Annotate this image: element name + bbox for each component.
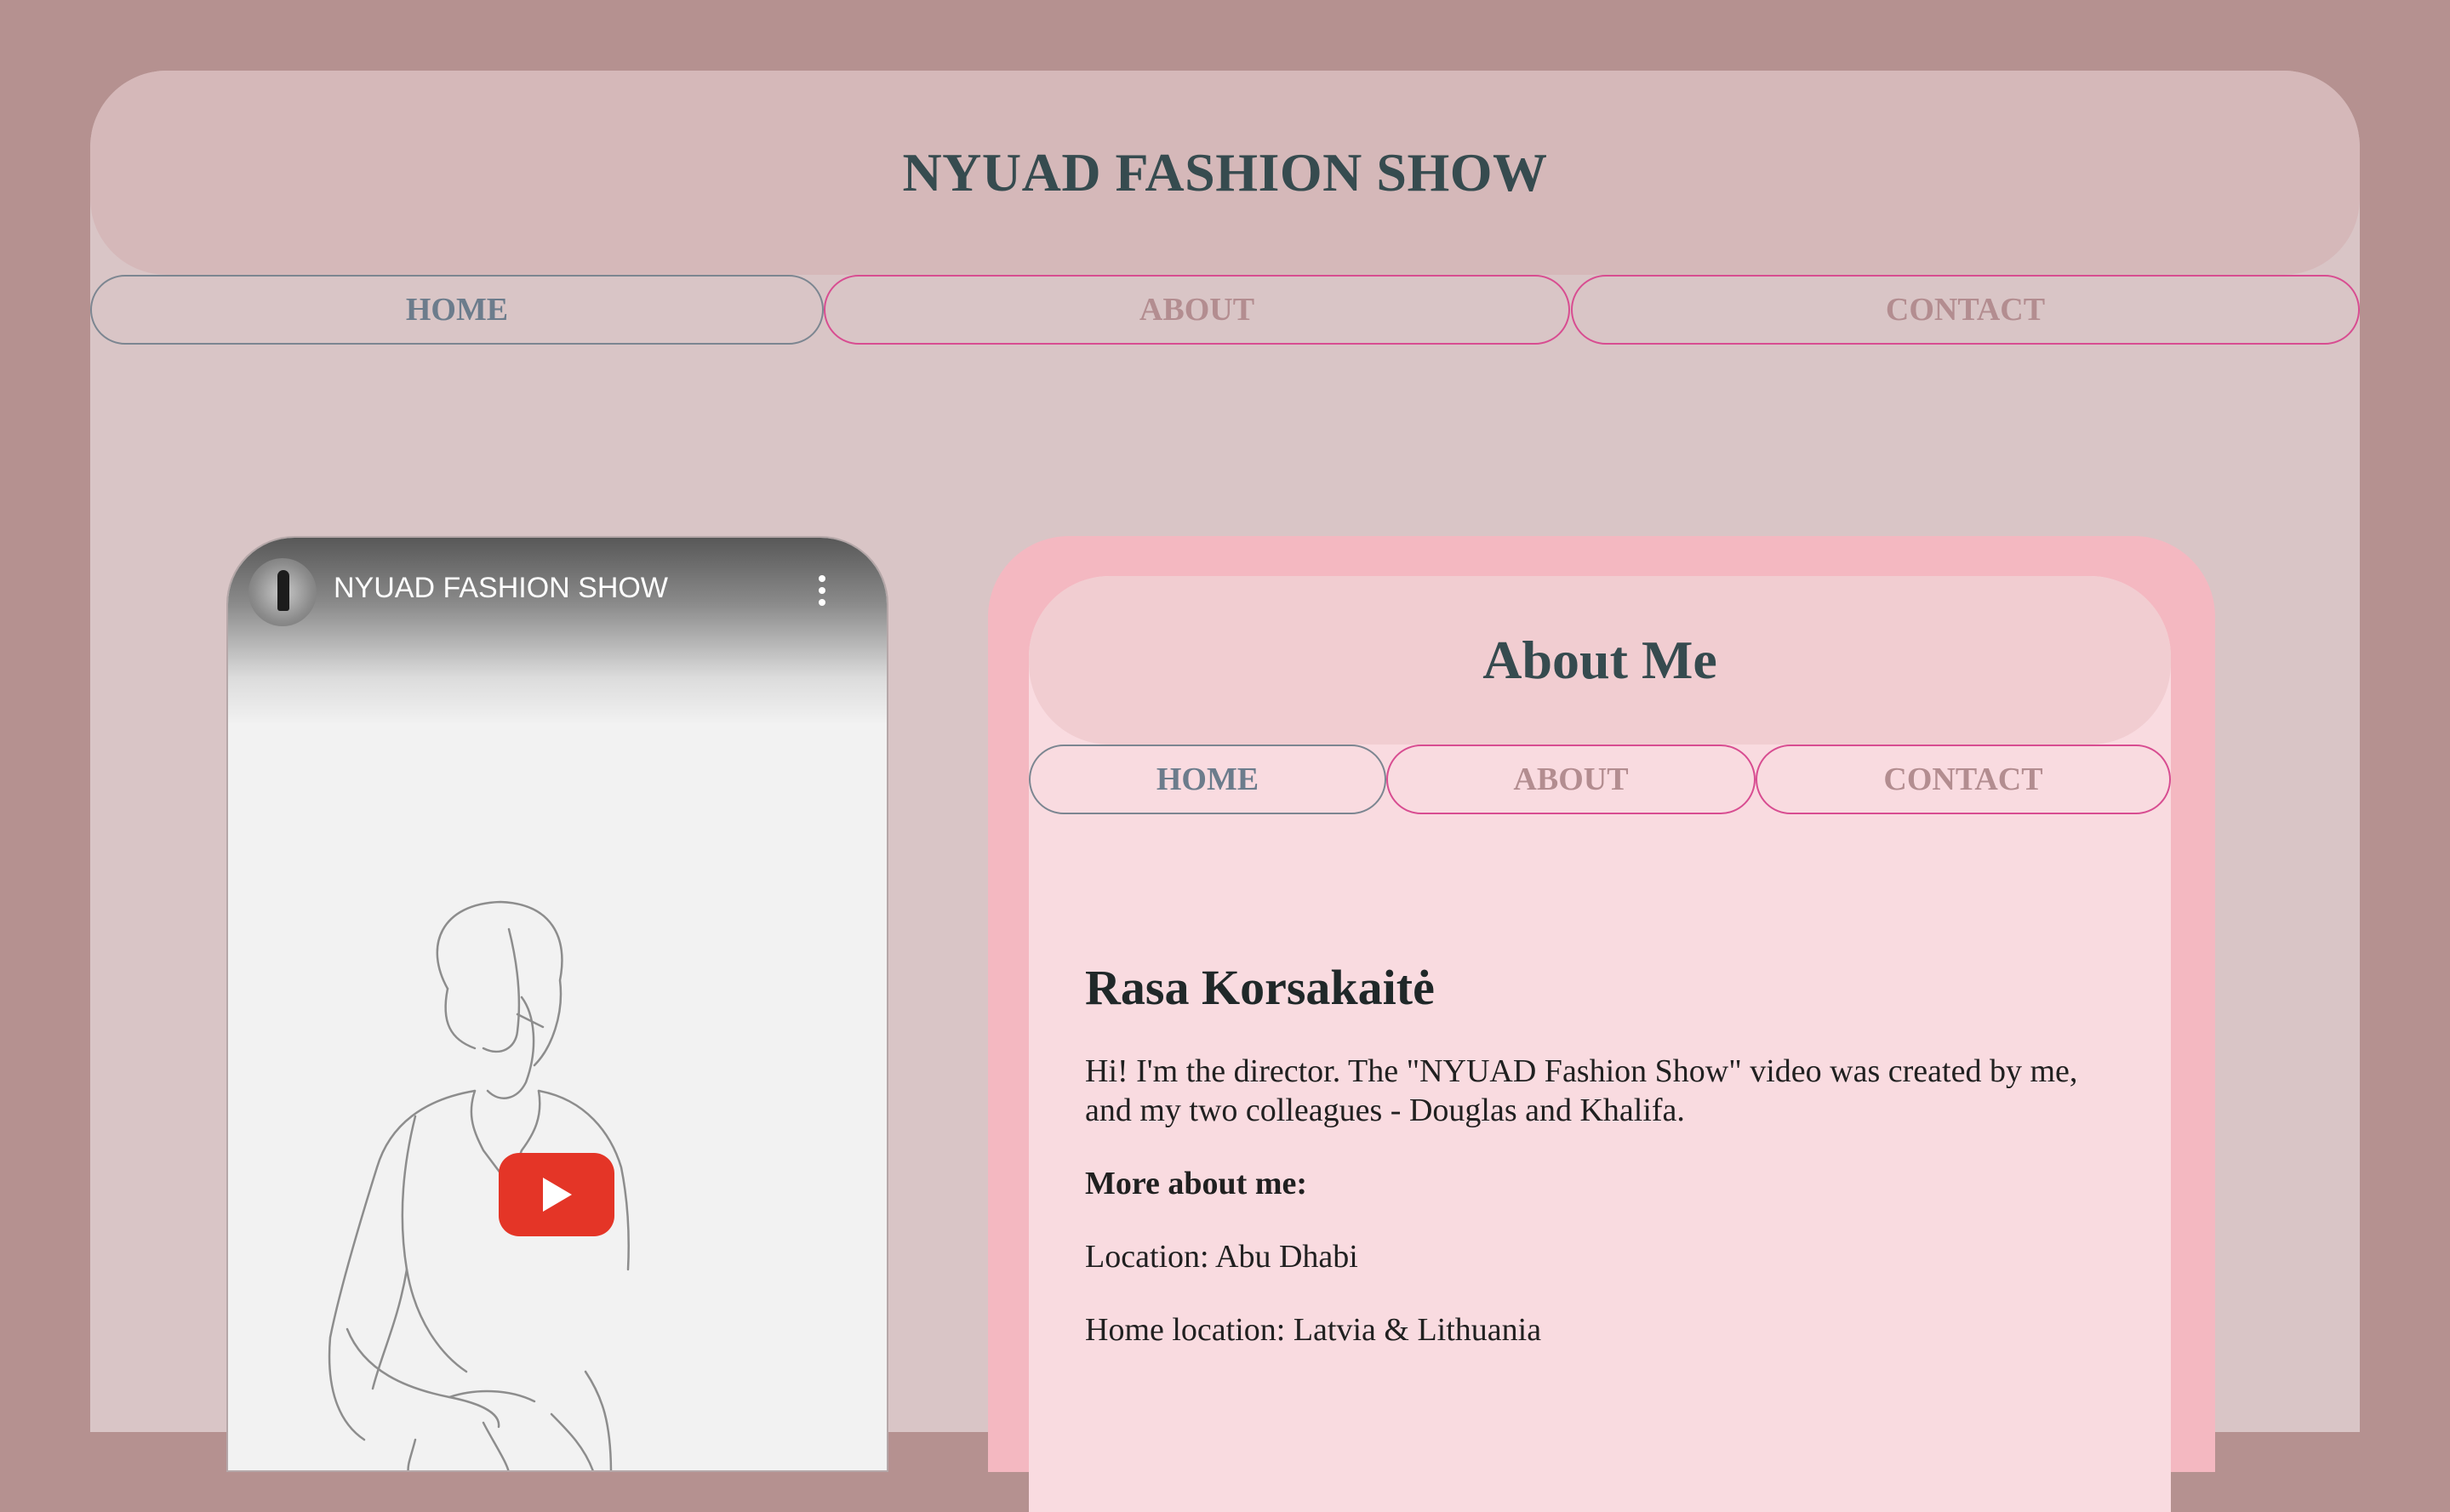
youtube-play-icon[interactable] — [499, 1153, 614, 1236]
avatar-figure — [277, 570, 289, 611]
video-top-gradient — [228, 538, 887, 725]
about-card-inner: About Me HOME ABOUT CONTACT Rasa Korsaka… — [1029, 576, 2171, 1512]
site-header: NYUAD FASHION SHOW — [90, 71, 2360, 275]
video-embed[interactable]: NYUAD FASHION SHOW — [226, 536, 888, 1472]
about-nav: HOME ABOUT CONTACT — [1029, 745, 2171, 818]
more-vertical-icon[interactable] — [817, 575, 827, 609]
nav-home-button[interactable]: HOME — [90, 275, 824, 345]
about-content: Rasa Korsakaitė Hi! I'm the director. Th… — [1085, 959, 2106, 1384]
about-header: About Me — [1029, 576, 2171, 745]
play-triangle-icon — [543, 1178, 572, 1212]
about-nav-about-button[interactable]: ABOUT — [1386, 745, 1756, 814]
about-nav-home-button[interactable]: HOME — [1029, 745, 1386, 814]
person-name: Rasa Korsakaitė — [1085, 960, 1435, 1015]
about-nav-contact-button[interactable]: CONTACT — [1756, 745, 2171, 814]
more-about-heading: More about me: — [1085, 1166, 1308, 1201]
about-title: About Me — [1482, 630, 1717, 690]
nav-about-button[interactable]: ABOUT — [824, 275, 1570, 345]
nav-contact-button[interactable]: CONTACT — [1571, 275, 2360, 345]
site-title: NYUAD FASHION SHOW — [902, 142, 1548, 203]
home-location-text: Home location: Latvia & Lithuania — [1085, 1312, 1542, 1348]
intro-text: Hi! I'm the director. The "NYUAD Fashion… — [1085, 1053, 2078, 1128]
main-nav: HOME ABOUT CONTACT — [90, 275, 2360, 348]
about-card: About Me HOME ABOUT CONTACT Rasa Korsaka… — [988, 536, 2215, 1512]
channel-avatar[interactable] — [248, 558, 317, 626]
video-title[interactable]: NYUAD FASHION SHOW — [334, 572, 668, 605]
location-text: Location: Abu Dhabi — [1085, 1239, 1358, 1275]
page-container: NYUAD FASHION SHOW HOME ABOUT CONTACT NY… — [90, 71, 2360, 1512]
